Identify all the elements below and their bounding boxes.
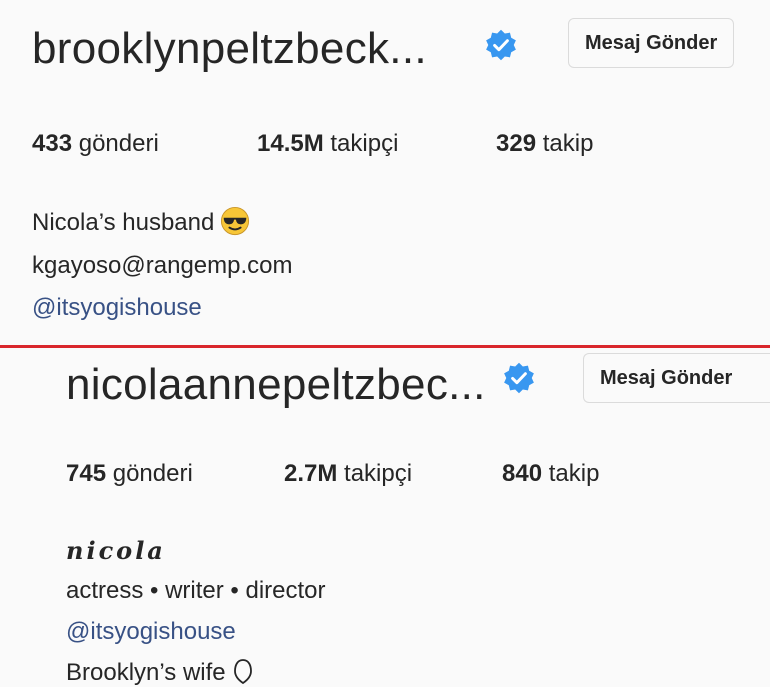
message-button[interactable]: Mesaj Gönder: [568, 18, 735, 68]
bio-text: actress • writer • director: [66, 577, 326, 604]
bio-text: Nicola’s husband: [32, 209, 215, 236]
following-count: 329: [496, 130, 537, 157]
profile-header-nicola: nicolaannepeltzbec... Mesaj Gönder 745 g…: [0, 348, 770, 686]
bio-link[interactable]: @itsyogishouse: [32, 294, 202, 322]
bio-name: nicola: [66, 536, 166, 565]
profile-header-brooklyn: brooklynpeltzbeck... Mesaj Gönder 433 gö…: [0, 0, 770, 346]
verified-badge-icon: [504, 362, 534, 394]
profile-stats: 433 gönderi 14.5M takipçi 329 takip: [32, 130, 593, 158]
bio-line: Brooklyn’s wife: [66, 658, 254, 687]
posts-label: gönderi: [112, 460, 193, 487]
posts-label: gönderi: [78, 130, 159, 157]
posts-stat: 433 gönderi: [32, 130, 257, 158]
verified-badge-icon: [486, 29, 516, 61]
followers-count: 14.5M: [257, 130, 324, 157]
sunglasses-emoji-icon: [221, 206, 250, 236]
username: nicolaannepeltzbec...: [66, 360, 486, 409]
posts-stat: 745 gönderi: [66, 460, 284, 488]
posts-count: 745: [66, 460, 107, 487]
following-stat[interactable]: 329 takip: [496, 130, 593, 158]
following-count: 840: [502, 460, 543, 487]
followers-label: takipçi: [330, 130, 399, 157]
followers-label: takipçi: [344, 460, 413, 487]
following-label: takip: [542, 130, 594, 157]
posts-count: 433: [32, 130, 73, 157]
followers-count: 2.7M: [284, 460, 338, 487]
heart-icon: [233, 659, 252, 684]
bio-text: Brooklyn’s wife: [66, 659, 226, 686]
username: brooklynpeltzbeck...: [32, 24, 427, 73]
following-stat[interactable]: 840 takip: [502, 460, 599, 488]
message-button[interactable]: Mesaj Gönder: [583, 353, 770, 403]
followers-stat[interactable]: 2.7M takipçi: [284, 460, 502, 488]
bio-line: Nicola’s husband: [32, 206, 250, 237]
bio-link[interactable]: @itsyogishouse: [66, 618, 236, 646]
followers-stat[interactable]: 14.5M takipçi: [257, 130, 496, 158]
bio-email[interactable]: kgayoso@rangemp.com: [32, 252, 292, 280]
following-label: takip: [548, 460, 600, 487]
profile-stats: 745 gönderi 2.7M takipçi 840 takip: [66, 460, 599, 488]
